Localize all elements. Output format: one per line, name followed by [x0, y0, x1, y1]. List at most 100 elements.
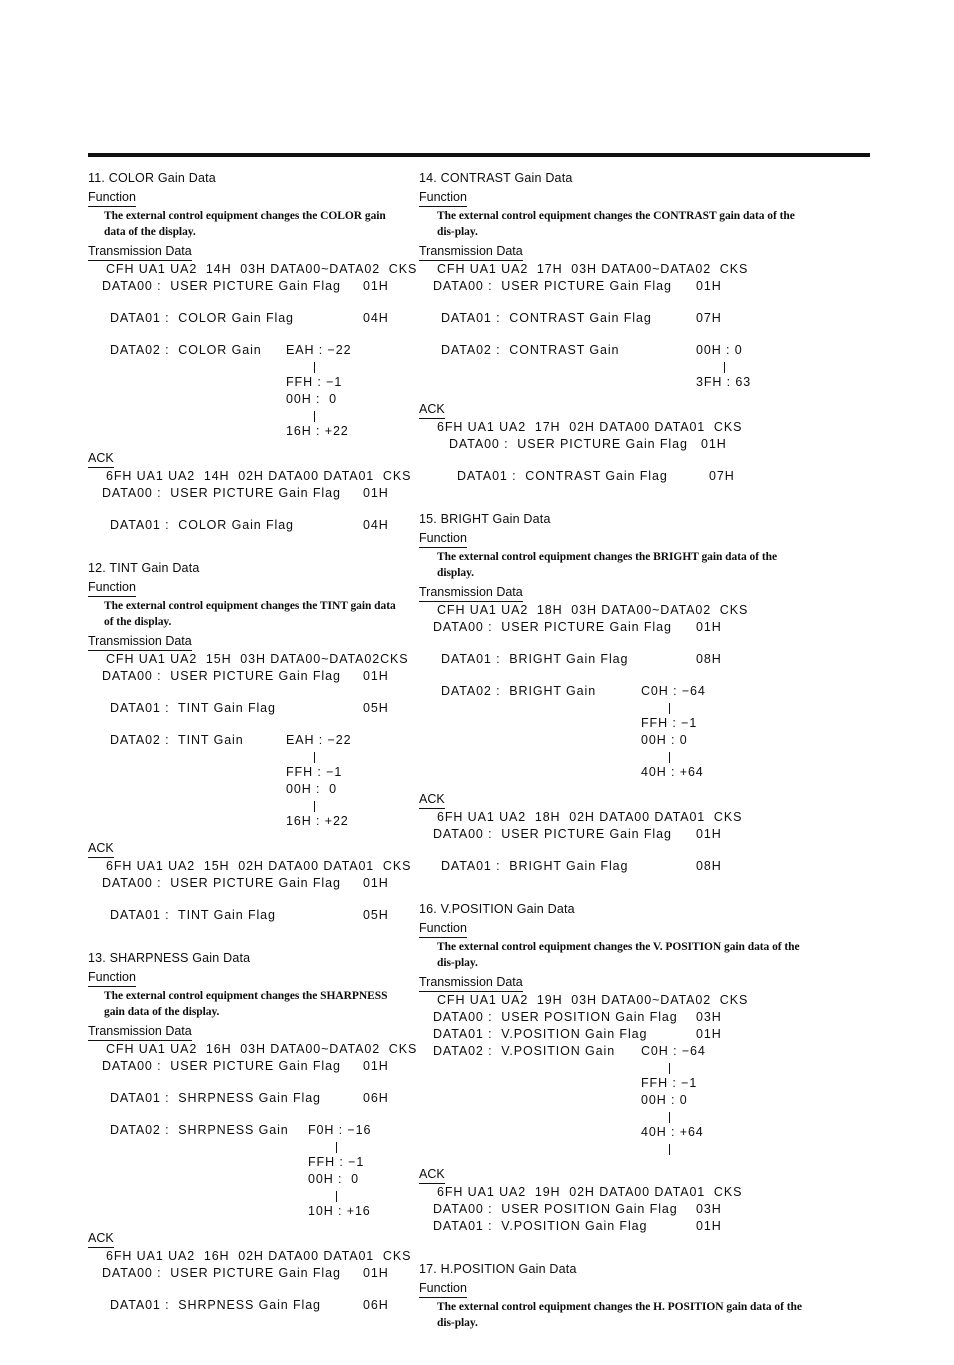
range-minus-one: FFH : −1 [308, 1155, 365, 1169]
ack-heading: ACK [88, 1230, 114, 1248]
ack-field-value: 04H [363, 518, 389, 532]
function-description: The external control equipment changes t… [437, 941, 800, 969]
ack-field-label: DATA01 : CONTRAST Gain Flag [457, 469, 668, 483]
function-heading: Function [88, 189, 136, 207]
function-heading: Function [419, 189, 467, 207]
transmission-frame: CFH UA1 UA2 16H 03H DATA00~DATA02 CKS [106, 1042, 418, 1056]
function-description: The external control equipment changes t… [104, 600, 396, 628]
range-zero: 00H : 0 [308, 1172, 359, 1186]
range-row: 16H : +22 [88, 813, 405, 830]
transmission-data-heading: Transmission Data [88, 633, 192, 651]
tx-field-label: DATA00 : USER POSITION Gain Flag [433, 1010, 678, 1024]
section-title: 13. SHARPNESS Gain Data [88, 951, 251, 965]
header-rule [88, 153, 870, 157]
section-title: 15. BRIGHT Gain Data [419, 512, 551, 526]
tx-field-row: DATA01 : TINT Gain Flag 05H [88, 700, 405, 717]
ack-frame: 6FH UA1 UA2 16H 02H DATA00 DATA01 CKS [106, 1249, 412, 1263]
ack-field-label: DATA00 : USER PICTURE Gain Flag [102, 486, 341, 500]
ack-heading: ACK [88, 450, 114, 468]
section-contrast-gain-data: 14. CONTRAST Gain Data Function The exte… [419, 170, 875, 485]
ack-field-label: DATA00 : USER PICTURE Gain Flag [102, 1266, 341, 1280]
range-row: 3FH : 63 [419, 374, 875, 391]
ack-field-value: 06H [363, 1298, 389, 1312]
range-row: FFH : −1 [88, 1154, 405, 1171]
tx-field-row: DATA00 : USER PICTURE Gain Flag 01H [419, 278, 875, 295]
range-max: 3FH : 63 [696, 375, 752, 389]
range-minus-one: FFH : −1 [286, 375, 343, 389]
tx-field-label: DATA01 : TINT Gain Flag [110, 701, 276, 715]
ack-field-value: 05H [363, 908, 389, 922]
tx-field-row: DATA02 : V.POSITION Gain C0H : −64 [419, 1043, 875, 1060]
right-column: 14. CONTRAST Gain Data Function The exte… [405, 170, 875, 1332]
tx-field-row: DATA00 : USER PICTURE Gain Flag 01H [419, 619, 875, 636]
left-column: 11. COLOR Gain Data Function The externa… [0, 170, 418, 1314]
range-zero: 00H : 0 [641, 733, 688, 747]
ack-heading: ACK [419, 1166, 445, 1184]
tx-field-label: DATA00 : USER PICTURE Gain Flag [102, 1059, 341, 1073]
range-zero: 00H : 0 [286, 782, 337, 796]
range-max-negative: F0H : −16 [308, 1123, 372, 1137]
transmission-data-heading: Transmission Data [419, 974, 523, 992]
range-ellipsis [419, 359, 875, 374]
ack-field-row: DATA01 : BRIGHT Gain Flag 08H [419, 858, 875, 875]
tx-field-row: DATA01 : COLOR Gain Flag 04H [88, 310, 405, 327]
ack-field-row: DATA00 : USER POSITION Gain Flag 03H [419, 1201, 875, 1218]
transmission-data-heading: Transmission Data [88, 243, 192, 261]
range-max-negative: C0H : −64 [641, 684, 706, 698]
ack-field-row: DATA00 : USER PICTURE Gain Flag 01H [419, 826, 875, 843]
ack-field-row: DATA01 : TINT Gain Flag 05H [88, 907, 405, 924]
tx-field-label: DATA01 : CONTRAST Gain Flag [441, 311, 652, 325]
ack-field-value: 01H [363, 486, 389, 500]
tx-field-value: 08H [696, 652, 722, 666]
function-description: The external control equipment changes t… [104, 210, 386, 238]
ack-field-row: DATA01 : SHRPNESS Gain Flag 06H [88, 1297, 405, 1314]
tx-field-row: DATA02 : TINT Gain EAH : −22 [88, 732, 405, 749]
function-description: The external control equipment changes t… [437, 1301, 802, 1329]
ack-frame: 6FH UA1 UA2 18H 02H DATA00 DATA01 CKS [437, 810, 743, 824]
tx-field-row: DATA01 : SHRPNESS Gain Flag 06H [88, 1090, 405, 1107]
range-minus-one: FFH : −1 [641, 1076, 698, 1090]
range-row: 00H : 0 [419, 732, 875, 749]
range-max-positive: 16H : +22 [286, 814, 349, 828]
range-row: 00H : 0 [419, 1092, 875, 1109]
transmission-data-heading: Transmission Data [419, 243, 523, 261]
transmission-frame: CFH UA1 UA2 17H 03H DATA00~DATA02 CKS [437, 262, 749, 276]
tx-field-label: DATA02 : CONTRAST Gain [441, 343, 620, 357]
ack-field-value: 07H [709, 469, 735, 483]
tx-field-row: DATA00 : USER PICTURE Gain Flag 01H [88, 1058, 405, 1075]
tx-field-row: DATA02 : COLOR Gain EAH : −22 [88, 342, 405, 359]
range-max-positive: 16H : +22 [286, 424, 349, 438]
ack-field-label: DATA01 : V.POSITION Gain Flag [433, 1219, 648, 1233]
range-ellipsis [419, 1109, 875, 1124]
tx-field-value: 04H [363, 311, 389, 325]
ack-heading: ACK [419, 791, 445, 809]
tx-field-value: 05H [363, 701, 389, 715]
ack-field-value: 08H [696, 859, 722, 873]
range-max-negative: EAH : −22 [286, 733, 352, 747]
tx-field-value: 03H [696, 1010, 722, 1024]
ack-field-value: 01H [363, 1266, 389, 1280]
range-ellipsis-trailing [419, 1141, 875, 1156]
ack-field-row: DATA00 : USER PICTURE Gain Flag 01H [88, 875, 405, 892]
range-max-negative: C0H : −64 [641, 1044, 706, 1058]
ack-frame: 6FH UA1 UA2 14H 02H DATA00 DATA01 CKS [106, 469, 412, 483]
tx-field-row: DATA00 : USER PICTURE Gain Flag 01H [88, 278, 405, 295]
range-ellipsis [419, 749, 875, 764]
transmission-frame: CFH UA1 UA2 14H 03H DATA00~DATA02 CKS [106, 262, 418, 276]
tx-field-label: DATA01 : SHRPNESS Gain Flag [110, 1091, 321, 1105]
tx-field-label: DATA00 : USER PICTURE Gain Flag [433, 620, 672, 634]
tx-field-value: 06H [363, 1091, 389, 1105]
section-title: 16. V.POSITION Gain Data [419, 902, 575, 916]
range-ellipsis [419, 1060, 875, 1075]
range-ellipsis [88, 1139, 405, 1154]
range-max-positive: 10H : +16 [308, 1204, 371, 1218]
range-row: 40H : +64 [419, 764, 875, 781]
ack-field-value: 01H [696, 1219, 722, 1233]
range-minus-one: FFH : −1 [286, 765, 343, 779]
ack-field-label: DATA01 : SHRPNESS Gain Flag [110, 1298, 321, 1312]
range-row: 00H : 0 [88, 1171, 405, 1188]
section-bright-gain-data: 15. BRIGHT Gain Data Function The extern… [419, 511, 875, 875]
range-row: 40H : +64 [419, 1124, 875, 1141]
tx-field-value: 07H [696, 311, 722, 325]
section-sharpness-gain-data: 13. SHARPNESS Gain Data Function The ext… [88, 950, 418, 1314]
